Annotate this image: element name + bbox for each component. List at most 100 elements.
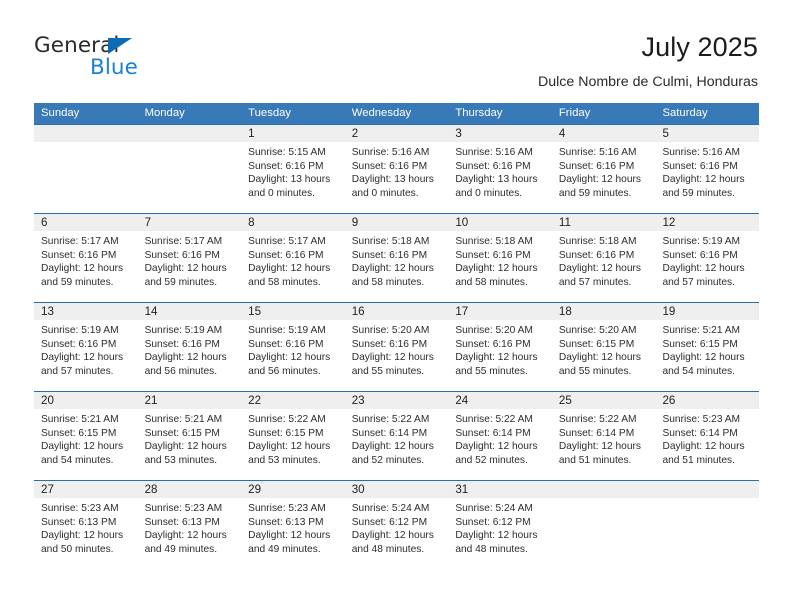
calendar-day-cell[interactable]: 1 Sunrise: 5:15 AM Sunset: 6:16 PM Daylight… <box>241 125 345 213</box>
day-number-band: 6 <box>34 214 138 231</box>
calendar-day-cell[interactable]: 8 Sunrise: 5:17 AM Sunset: 6:16 PM Daylight… <box>241 214 345 302</box>
day-number: 24 <box>455 394 469 407</box>
day-sun-info: Sunrise: 5:22 AM Sunset: 6:15 PM Daylight:… <box>241 409 345 467</box>
calendar-table: Sunday Monday Tuesday Wednesday Thursday… <box>34 103 760 569</box>
calendar-day-cell[interactable]: 29 Sunrise: 5:23 AM Sunset: 6:13 PM Dayligh… <box>241 481 345 569</box>
calendar-day-cell[interactable]: 4 Sunrise: 5:16 AM Sunset: 6:16 PM Daylight… <box>551 125 656 213</box>
sunset-text: Sunset: 6:12 PM <box>351 516 428 528</box>
sunrise-text: Sunrise: 5:20 AM <box>351 325 430 336</box>
day-sun-info: Sunrise: 5:19 AM Sunset: 6:16 PM Daylight:… <box>241 320 345 378</box>
calendar-week-row: 13 Sunrise: 5:19 AM Sunset: 6:16 PM Dayligh… <box>34 302 760 391</box>
day-number: 22 <box>248 394 262 407</box>
calendar-day-cell-empty <box>655 481 760 569</box>
day-number-band: 9 <box>344 214 449 231</box>
sunrise-text: Sunrise: 5:22 AM <box>351 414 430 425</box>
calendar-day-cell[interactable]: 7 Sunrise: 5:17 AM Sunset: 6:16 PM Daylight… <box>137 214 242 302</box>
daylight-text-line1: Daylight: 12 hours <box>455 441 538 453</box>
day-number-band: 28 <box>137 481 242 498</box>
daylight-text-line1: Daylight: 12 hours <box>248 530 331 542</box>
day-number: 3 <box>455 127 462 140</box>
sunrise-text: Sunrise: 5:23 AM <box>41 503 119 514</box>
sunset-text: Sunset: 6:16 PM <box>455 338 531 350</box>
sunrise-text: Sunrise: 5:24 AM <box>351 503 430 514</box>
calendar-day-cell[interactable]: 5 Sunrise: 5:16 AM Sunset: 6:16 PM Daylight… <box>655 125 760 213</box>
calendar-day-cell-empty <box>551 481 656 569</box>
calendar-day-cell[interactable]: 24 Sunrise: 5:22 AM Sunset: 6:14 PM Dayligh… <box>448 392 552 480</box>
sunset-text: Sunset: 6:15 PM <box>558 338 635 350</box>
calendar-day-cell[interactable]: 28 Sunrise: 5:23 AM Sunset: 6:13 PM Dayligh… <box>137 481 242 569</box>
daylight-text-line2: and 53 minutes. <box>248 454 321 466</box>
day-sun-info: Sunrise: 5:20 AM Sunset: 6:16 PM Daylight:… <box>345 320 449 378</box>
daylight-text-line2: and 49 minutes. <box>144 543 218 555</box>
calendar-day-cell[interactable]: 15 Sunrise: 5:19 AM Sunset: 6:16 PM Dayligh… <box>241 303 345 391</box>
calendar-day-cell[interactable]: 21 Sunrise: 5:21 AM Sunset: 6:15 PM Dayligh… <box>137 392 242 480</box>
calendar-day-cell[interactable]: 6 Sunrise: 5:17 AM Sunset: 6:16 PM Daylight… <box>34 214 138 302</box>
calendar-day-cell[interactable]: 17 Sunrise: 5:20 AM Sunset: 6:16 PM Dayligh… <box>448 303 552 391</box>
sunrise-text: Sunrise: 5:17 AM <box>41 236 119 247</box>
calendar-day-cell[interactable]: 16 Sunrise: 5:20 AM Sunset: 6:16 PM Dayligh… <box>344 303 449 391</box>
calendar-day-cell[interactable]: 11 Sunrise: 5:18 AM Sunset: 6:16 PM Dayligh… <box>551 214 656 302</box>
daylight-text-line2: and 52 minutes. <box>351 454 425 466</box>
calendar-week-row: 20 Sunrise: 5:21 AM Sunset: 6:15 PM Dayligh… <box>34 391 760 480</box>
daylight-text-line1: Daylight: 12 hours <box>144 263 227 275</box>
calendar-day-cell[interactable]: 26 Sunrise: 5:23 AM Sunset: 6:14 PM Dayligh… <box>655 392 760 480</box>
day-number: 21 <box>144 394 158 407</box>
daylight-text-line2: and 55 minutes. <box>455 365 528 377</box>
day-sun-info: Sunrise: 5:23 AM Sunset: 6:14 PM Daylight:… <box>655 409 759 467</box>
daylight-text-line2: and 59 minutes. <box>558 187 632 199</box>
sunset-text: Sunset: 6:14 PM <box>558 427 635 439</box>
calendar-day-cell[interactable]: 27 Sunrise: 5:23 AM Sunset: 6:13 PM Dayligh… <box>34 481 138 569</box>
daylight-text-line1: Daylight: 12 hours <box>558 441 642 453</box>
day-number-band: 26 <box>655 392 760 409</box>
day-number: 5 <box>662 127 669 140</box>
sunset-text: Sunset: 6:16 PM <box>351 249 428 261</box>
calendar-day-cell[interactable]: 18 Sunrise: 5:20 AM Sunset: 6:15 PM Dayligh… <box>551 303 656 391</box>
calendar-day-cell[interactable]: 19 Sunrise: 5:21 AM Sunset: 6:15 PM Dayligh… <box>655 303 760 391</box>
calendar-day-cell[interactable]: 3 Sunrise: 5:16 AM Sunset: 6:16 PM Daylight… <box>448 125 552 213</box>
sunset-text: Sunset: 6:16 PM <box>662 249 738 261</box>
calendar-day-cell[interactable]: 12 Sunrise: 5:19 AM Sunset: 6:16 PM Dayligh… <box>655 214 760 302</box>
sunrise-text: Sunrise: 5:18 AM <box>558 236 637 247</box>
day-number: 13 <box>41 305 54 318</box>
daylight-text-line2: and 56 minutes. <box>144 365 218 377</box>
page-title: July 2025 <box>641 32 758 62</box>
calendar-day-cell-empty <box>137 125 242 213</box>
calendar-day-cell[interactable]: 10 Sunrise: 5:18 AM Sunset: 6:16 PM Dayligh… <box>448 214 552 302</box>
daylight-text-line1: Daylight: 12 hours <box>558 174 642 186</box>
daylight-text-line2: and 53 minutes. <box>144 454 218 466</box>
sunset-text: Sunset: 6:13 PM <box>248 516 324 528</box>
calendar-day-cell[interactable]: 20 Sunrise: 5:21 AM Sunset: 6:15 PM Dayligh… <box>34 392 138 480</box>
calendar-day-cell[interactable]: 31 Sunrise: 5:24 AM Sunset: 6:12 PM Dayligh… <box>448 481 552 569</box>
weekday-header-friday: Friday <box>558 107 591 119</box>
day-number: 7 <box>144 216 152 229</box>
day-number-band: 17 <box>448 303 552 320</box>
calendar-day-cell[interactable]: 13 Sunrise: 5:19 AM Sunset: 6:16 PM Dayligh… <box>34 303 138 391</box>
daylight-text-line2: and 0 minutes. <box>248 187 315 199</box>
daylight-text-line1: Daylight: 12 hours <box>144 352 227 364</box>
daylight-text-line1: Daylight: 13 hours <box>455 174 538 186</box>
calendar-day-cell[interactable]: 25 Sunrise: 5:22 AM Sunset: 6:14 PM Dayligh… <box>551 392 656 480</box>
day-sun-info: Sunrise: 5:19 AM Sunset: 6:16 PM Daylight:… <box>34 320 138 378</box>
sunrise-text: Sunrise: 5:16 AM <box>351 147 430 158</box>
day-number-band: 8 <box>241 214 345 231</box>
day-number: 9 <box>351 216 359 229</box>
day-number: 10 <box>455 216 469 229</box>
day-number-band: 13 <box>34 303 138 320</box>
calendar-day-cell[interactable]: 2 Sunrise: 5:16 AM Sunset: 6:16 PM Daylight… <box>344 125 449 213</box>
calendar-day-cell[interactable]: 22 Sunrise: 5:22 AM Sunset: 6:15 PM Dayligh… <box>241 392 345 480</box>
daylight-text-line2: and 59 minutes. <box>144 276 218 288</box>
daylight-text-line2: and 51 minutes. <box>662 454 735 466</box>
daylight-text-line2: and 48 minutes. <box>455 543 528 555</box>
day-sun-info: Sunrise: 5:23 AM Sunset: 6:13 PM Daylight:… <box>241 498 345 556</box>
day-sun-info: Sunrise: 5:20 AM Sunset: 6:15 PM Daylight:… <box>552 320 656 378</box>
daylight-text-line2: and 59 minutes. <box>41 276 114 288</box>
calendar-day-cell[interactable]: 14 Sunrise: 5:19 AM Sunset: 6:16 PM Dayligh… <box>137 303 242 391</box>
day-sun-info: Sunrise: 5:17 AM Sunset: 6:16 PM Daylight:… <box>241 231 345 289</box>
day-number-band: 10 <box>448 214 552 231</box>
calendar-day-cell[interactable]: 23 Sunrise: 5:22 AM Sunset: 6:14 PM Dayligh… <box>344 392 449 480</box>
calendar-day-cell[interactable]: 30 Sunrise: 5:24 AM Sunset: 6:12 PM Dayligh… <box>344 481 449 569</box>
weekday-header-wednesday: Wednesday <box>351 107 412 119</box>
day-number: 15 <box>248 305 262 318</box>
calendar-day-cell[interactable]: 9 Sunrise: 5:18 AM Sunset: 6:16 PM Daylight… <box>344 214 449 302</box>
daylight-text-line2: and 58 minutes. <box>351 276 425 288</box>
